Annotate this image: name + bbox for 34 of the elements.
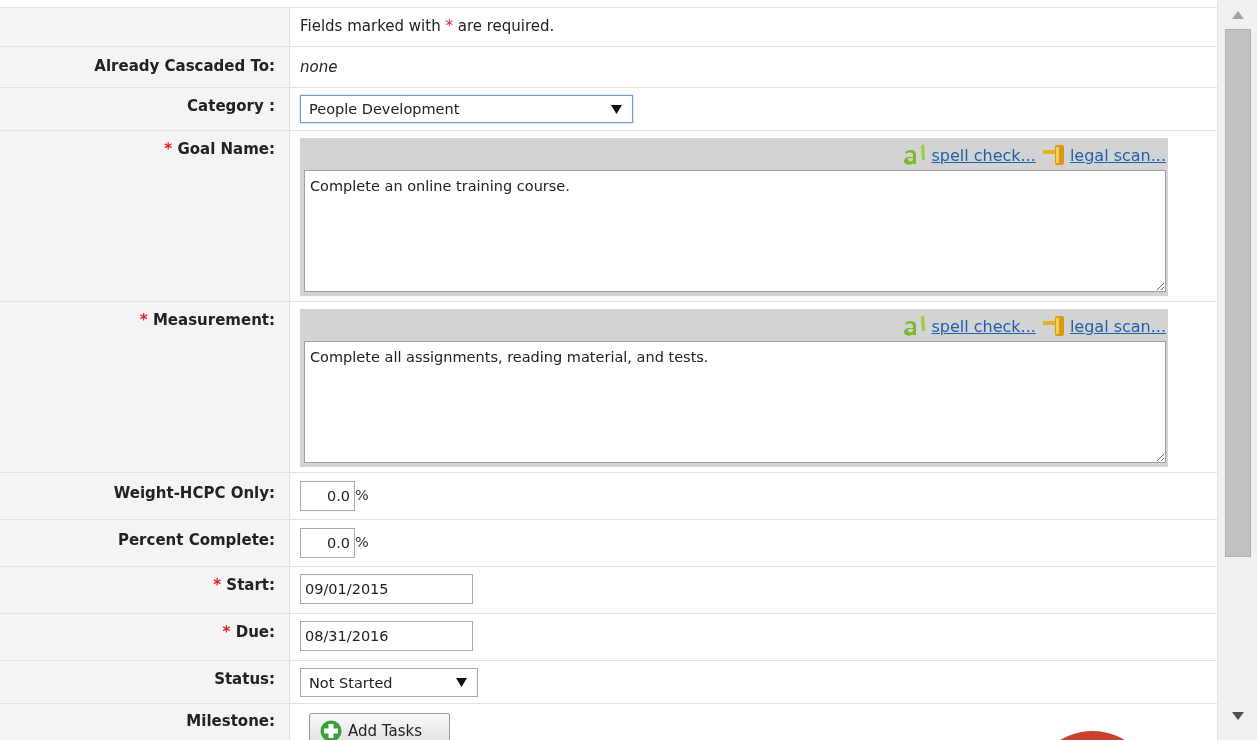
required-note: Fields marked with * are required. xyxy=(300,16,555,35)
field-label: * Start: xyxy=(213,576,275,594)
date-field[interactable]: 08/31/2016 xyxy=(300,621,473,651)
caret-icon xyxy=(611,104,622,114)
scroll-down-icon[interactable] xyxy=(1231,712,1244,720)
percent-field[interactable]: 0.0 xyxy=(300,528,355,558)
text-area[interactable]: Complete an online training course. xyxy=(304,170,1166,292)
percent-field[interactable]: 0.0 xyxy=(300,481,355,511)
percent-unit: % xyxy=(355,486,369,503)
field-label: Percent Complete: xyxy=(117,531,275,549)
dropdown[interactable]: People Development xyxy=(300,95,633,123)
legal-scan-link[interactable]: legal scan... xyxy=(1041,315,1166,337)
percent-unit: % xyxy=(355,533,369,550)
add-tasks-button[interactable]: Add Tasks xyxy=(309,713,450,740)
text-area[interactable]: Complete all assignments, reading material, and tests. xyxy=(304,341,1166,463)
field-label: * Due: xyxy=(222,623,275,641)
spell-check-link[interactable]: spell check... xyxy=(903,144,1036,166)
date-field[interactable]: 09/01/2015 xyxy=(300,574,473,604)
scrollbar[interactable] xyxy=(1217,0,1257,740)
field-label: Milestone: xyxy=(186,712,275,730)
cascade-value: none xyxy=(300,57,338,76)
field-label: Category : xyxy=(187,97,275,115)
field-label: Weight-HCPC Only: xyxy=(113,484,275,502)
scroll-thumb[interactable] xyxy=(1224,29,1251,557)
caret-icon xyxy=(456,678,467,687)
field-label: * Measurement: xyxy=(139,311,275,329)
dropdown[interactable]: Not Started xyxy=(300,668,478,697)
field-label: Status: xyxy=(214,670,275,688)
field-label: Already Cascaded To: xyxy=(94,57,275,75)
add-icon xyxy=(320,720,342,740)
spell-check-link[interactable]: spell check... xyxy=(903,315,1036,337)
legal-scan-link[interactable]: legal scan... xyxy=(1041,144,1166,166)
scroll-up-icon[interactable] xyxy=(1231,11,1244,19)
field-label: * Goal Name: xyxy=(164,140,275,158)
